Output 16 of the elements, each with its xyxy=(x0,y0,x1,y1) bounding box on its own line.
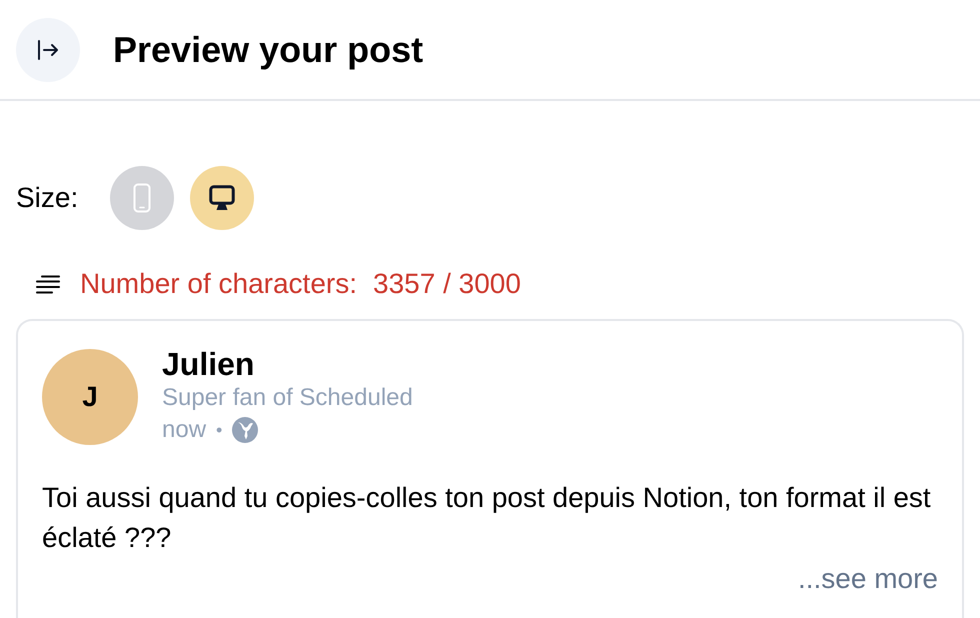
monitor-icon xyxy=(209,185,235,211)
post-time: now xyxy=(162,415,206,445)
author-name: Julien xyxy=(162,346,256,382)
arrow-icon xyxy=(37,40,59,60)
globe-icon xyxy=(232,417,258,443)
character-count-value: 3357 / 3000 xyxy=(373,268,521,300)
size-label: Size: xyxy=(16,182,80,214)
page-title: Preview your post xyxy=(113,30,424,70)
post-body-text: Toi aussi quand tu copies-colles ton post depuis Notion, ton format il est éclaté ??? xyxy=(42,481,932,555)
see-more-link[interactable]: ...see more xyxy=(798,563,938,595)
character-count-label: Number of characters: xyxy=(80,268,357,300)
author-headline: Super fan of Scheduled xyxy=(162,383,413,413)
separator-dot: • xyxy=(216,419,222,442)
text-lines-icon xyxy=(36,274,60,294)
avatar: J xyxy=(42,349,138,445)
phone-icon xyxy=(133,183,151,213)
